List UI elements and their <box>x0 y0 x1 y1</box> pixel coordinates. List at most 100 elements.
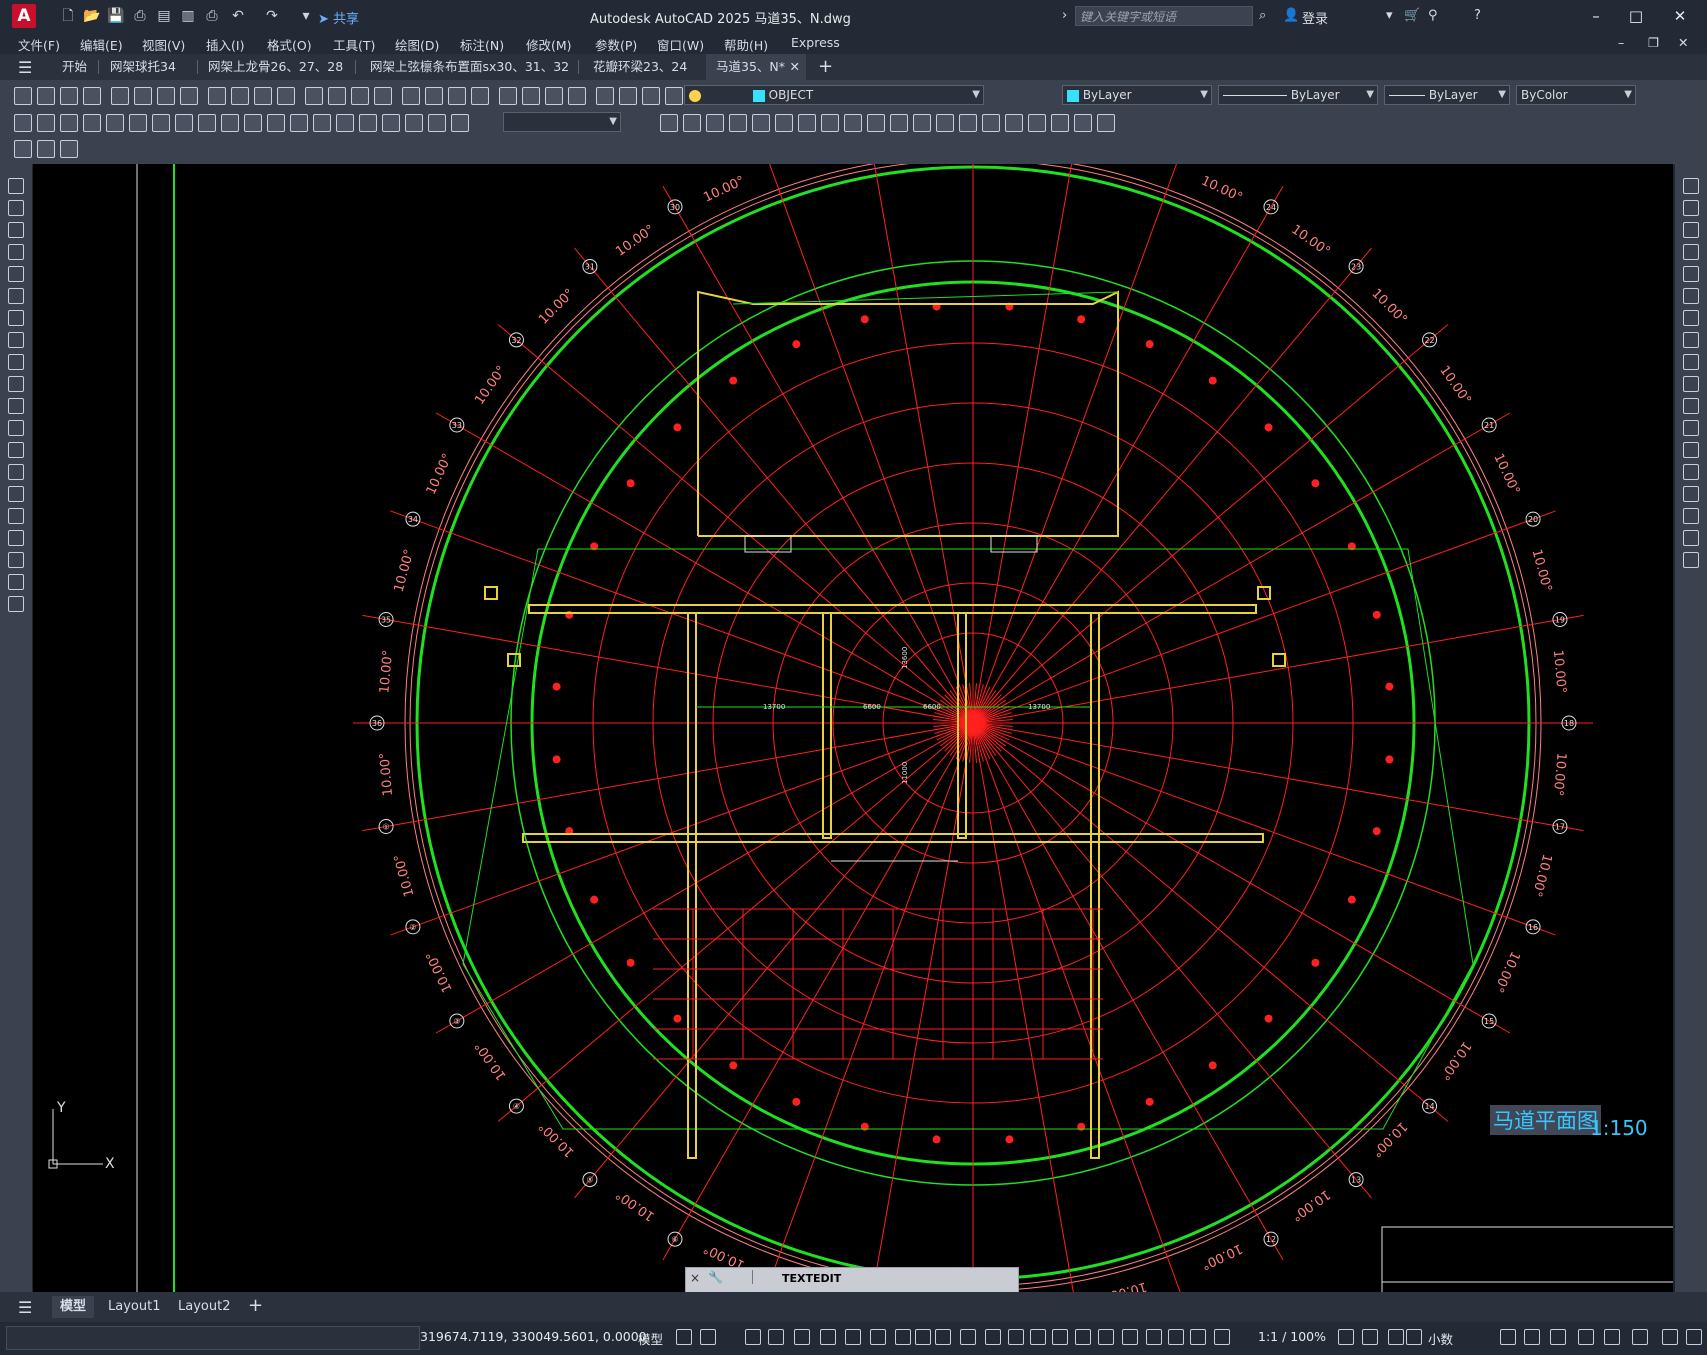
add-layout-icon[interactable]: + <box>248 1295 263 1316</box>
tab-start[interactable]: 开始 <box>52 54 97 80</box>
command-settings-icon[interactable]: 🔧 <box>708 1270 723 1284</box>
dimension-toolbar-icon[interactable] <box>221 114 239 132</box>
tab-model[interactable]: 模型 <box>52 1296 95 1318</box>
status-toggle-icon[interactable] <box>1662 1329 1678 1345</box>
status-toggle-icon[interactable] <box>676 1329 692 1345</box>
draw-tool-icon[interactable] <box>8 310 24 326</box>
menu-file[interactable]: 文件(F) <box>18 35 60 54</box>
dimension-toolbar-icon[interactable] <box>336 114 354 132</box>
standard-toolbar-icon[interactable] <box>596 87 614 105</box>
draw-tool-icon[interactable] <box>8 552 24 568</box>
status-toggle-icon[interactable] <box>1604 1329 1620 1345</box>
standard-toolbar-icon[interactable] <box>568 87 586 105</box>
standard-toolbar-icon[interactable] <box>374 87 392 105</box>
status-toggle-icon[interactable] <box>1500 1329 1516 1345</box>
tab-layout1[interactable]: Layout1 <box>100 1296 168 1318</box>
status-toggle-icon[interactable] <box>1190 1329 1206 1345</box>
modify-tool-icon[interactable] <box>1683 530 1699 546</box>
dimstyle-dropdown[interactable]: ▼ <box>503 112 621 132</box>
new-tab-icon[interactable]: + <box>818 56 833 77</box>
modify-toolbar-icon[interactable] <box>867 114 885 132</box>
dimension-toolbar-icon[interactable] <box>451 114 469 132</box>
login-dropdown-icon[interactable]: ▾ <box>1386 8 1393 23</box>
plotstyle-dropdown[interactable]: ByColor ▼ <box>1516 85 1636 105</box>
standard-toolbar-icon[interactable] <box>471 87 489 105</box>
standard-toolbar-icon[interactable] <box>157 87 175 105</box>
modify-toolbar-icon[interactable] <box>775 114 793 132</box>
modify-toolbar-icon[interactable] <box>752 114 770 132</box>
dimension-toolbar-icon[interactable] <box>14 114 32 132</box>
menu-dimension[interactable]: 标注(N) <box>460 35 504 54</box>
standard-toolbar-icon[interactable] <box>522 87 540 105</box>
modify-tool-icon[interactable] <box>1683 398 1699 414</box>
modify-tool-icon[interactable] <box>1683 464 1699 480</box>
modify-tool-icon[interactable] <box>1683 442 1699 458</box>
linetype-dropdown[interactable]: ByLayer ▼ <box>1218 85 1378 105</box>
menu-draw[interactable]: 绘图(D) <box>395 35 439 54</box>
status-toggle-icon[interactable] <box>1030 1329 1046 1345</box>
dimension-toolbar-icon[interactable] <box>106 114 124 132</box>
new-file-icon[interactable]: 🗋 <box>58 6 78 26</box>
extra-toolbar-icon[interactable] <box>37 140 55 158</box>
standard-toolbar-icon[interactable] <box>305 87 323 105</box>
standard-toolbar-icon[interactable] <box>208 87 226 105</box>
status-toggle-icon[interactable] <box>1168 1329 1184 1345</box>
annotation-scale[interactable]: 1:1 / 100% <box>1258 1329 1326 1344</box>
modify-tool-icon[interactable] <box>1683 420 1699 436</box>
modify-tool-icon[interactable] <box>1683 354 1699 370</box>
draw-tool-icon[interactable] <box>8 354 24 370</box>
search-input[interactable]: 键入关键字或短语 <box>1075 6 1253 26</box>
status-toggle-icon[interactable] <box>700 1329 716 1345</box>
standard-toolbar-icon[interactable] <box>425 87 443 105</box>
status-toggle-icon[interactable] <box>1686 1329 1702 1345</box>
autodesk-app-icon[interactable]: ⚲ <box>1428 8 1438 23</box>
modify-tool-icon[interactable] <box>1683 200 1699 216</box>
status-toggle-icon[interactable] <box>768 1329 784 1345</box>
dimension-toolbar-icon[interactable] <box>83 114 101 132</box>
modify-toolbar-icon[interactable] <box>798 114 816 132</box>
modify-toolbar-icon[interactable] <box>660 114 678 132</box>
status-toggle-icon[interactable] <box>1214 1329 1230 1345</box>
modify-toolbar-icon[interactable] <box>729 114 747 132</box>
status-toggle-icon[interactable] <box>1550 1329 1566 1345</box>
status-toggle-icon[interactable] <box>845 1329 861 1345</box>
tab-layout2[interactable]: Layout2 <box>170 1296 238 1318</box>
status-toggle-icon[interactable] <box>1122 1329 1138 1345</box>
modify-toolbar-icon[interactable] <box>844 114 862 132</box>
status-toggle-icon[interactable] <box>794 1329 810 1345</box>
standard-toolbar-icon[interactable] <box>642 87 660 105</box>
dimension-toolbar-icon[interactable] <box>129 114 147 132</box>
modify-toolbar-icon[interactable] <box>1074 114 1092 132</box>
standard-toolbar-icon[interactable] <box>180 87 198 105</box>
save-icon[interactable]: 💾 <box>106 6 126 26</box>
hamburger-menu-icon[interactable]: ☰ <box>18 58 32 77</box>
status-toggle-icon[interactable] <box>1362 1329 1378 1345</box>
status-toggle-icon[interactable] <box>985 1329 1001 1345</box>
plot-icon[interactable]: ⎙ <box>202 6 222 26</box>
draw-tool-icon[interactable] <box>8 222 24 238</box>
menu-parametric[interactable]: 参数(P) <box>595 35 637 54</box>
modify-toolbar-icon[interactable] <box>959 114 977 132</box>
standard-toolbar-icon[interactable] <box>83 87 101 105</box>
draw-tool-icon[interactable] <box>8 376 24 392</box>
drawing-canvas[interactable]: 30 31 32 33 34 35 36 ① ② ③ ④ ⑤ ⑥ 24 23 22 21 20 19 18 17 16 15… <box>33 164 1673 1292</box>
status-toggle-icon[interactable] <box>1388 1329 1404 1345</box>
modify-toolbar-icon[interactable] <box>1005 114 1023 132</box>
tab-upper-keel[interactable]: 网架上龙骨26、27、28 <box>198 54 353 80</box>
help-icon[interactable]: ? <box>1474 8 1481 23</box>
standard-toolbar-icon[interactable] <box>545 87 563 105</box>
standard-toolbar-icon[interactable] <box>448 87 466 105</box>
draw-tool-icon[interactable] <box>8 442 24 458</box>
modify-toolbar-icon[interactable] <box>936 114 954 132</box>
modify-tool-icon[interactable] <box>1683 486 1699 502</box>
color-dropdown[interactable]: ByLayer ▼ <box>1062 85 1212 105</box>
undo-icon[interactable]: ↶ <box>228 6 248 26</box>
modify-tool-icon[interactable] <box>1683 376 1699 392</box>
doc-close-icon[interactable]: ✕ <box>1678 35 1688 50</box>
search-expand-icon[interactable]: › <box>1062 8 1067 23</box>
draw-tool-icon[interactable] <box>8 398 24 414</box>
layer-dropdown[interactable]: OBJECT ▼ <box>684 85 984 105</box>
dimension-toolbar-icon[interactable] <box>37 114 55 132</box>
status-toggle-icon[interactable] <box>915 1329 931 1345</box>
status-toggle-icon[interactable] <box>1098 1329 1114 1345</box>
